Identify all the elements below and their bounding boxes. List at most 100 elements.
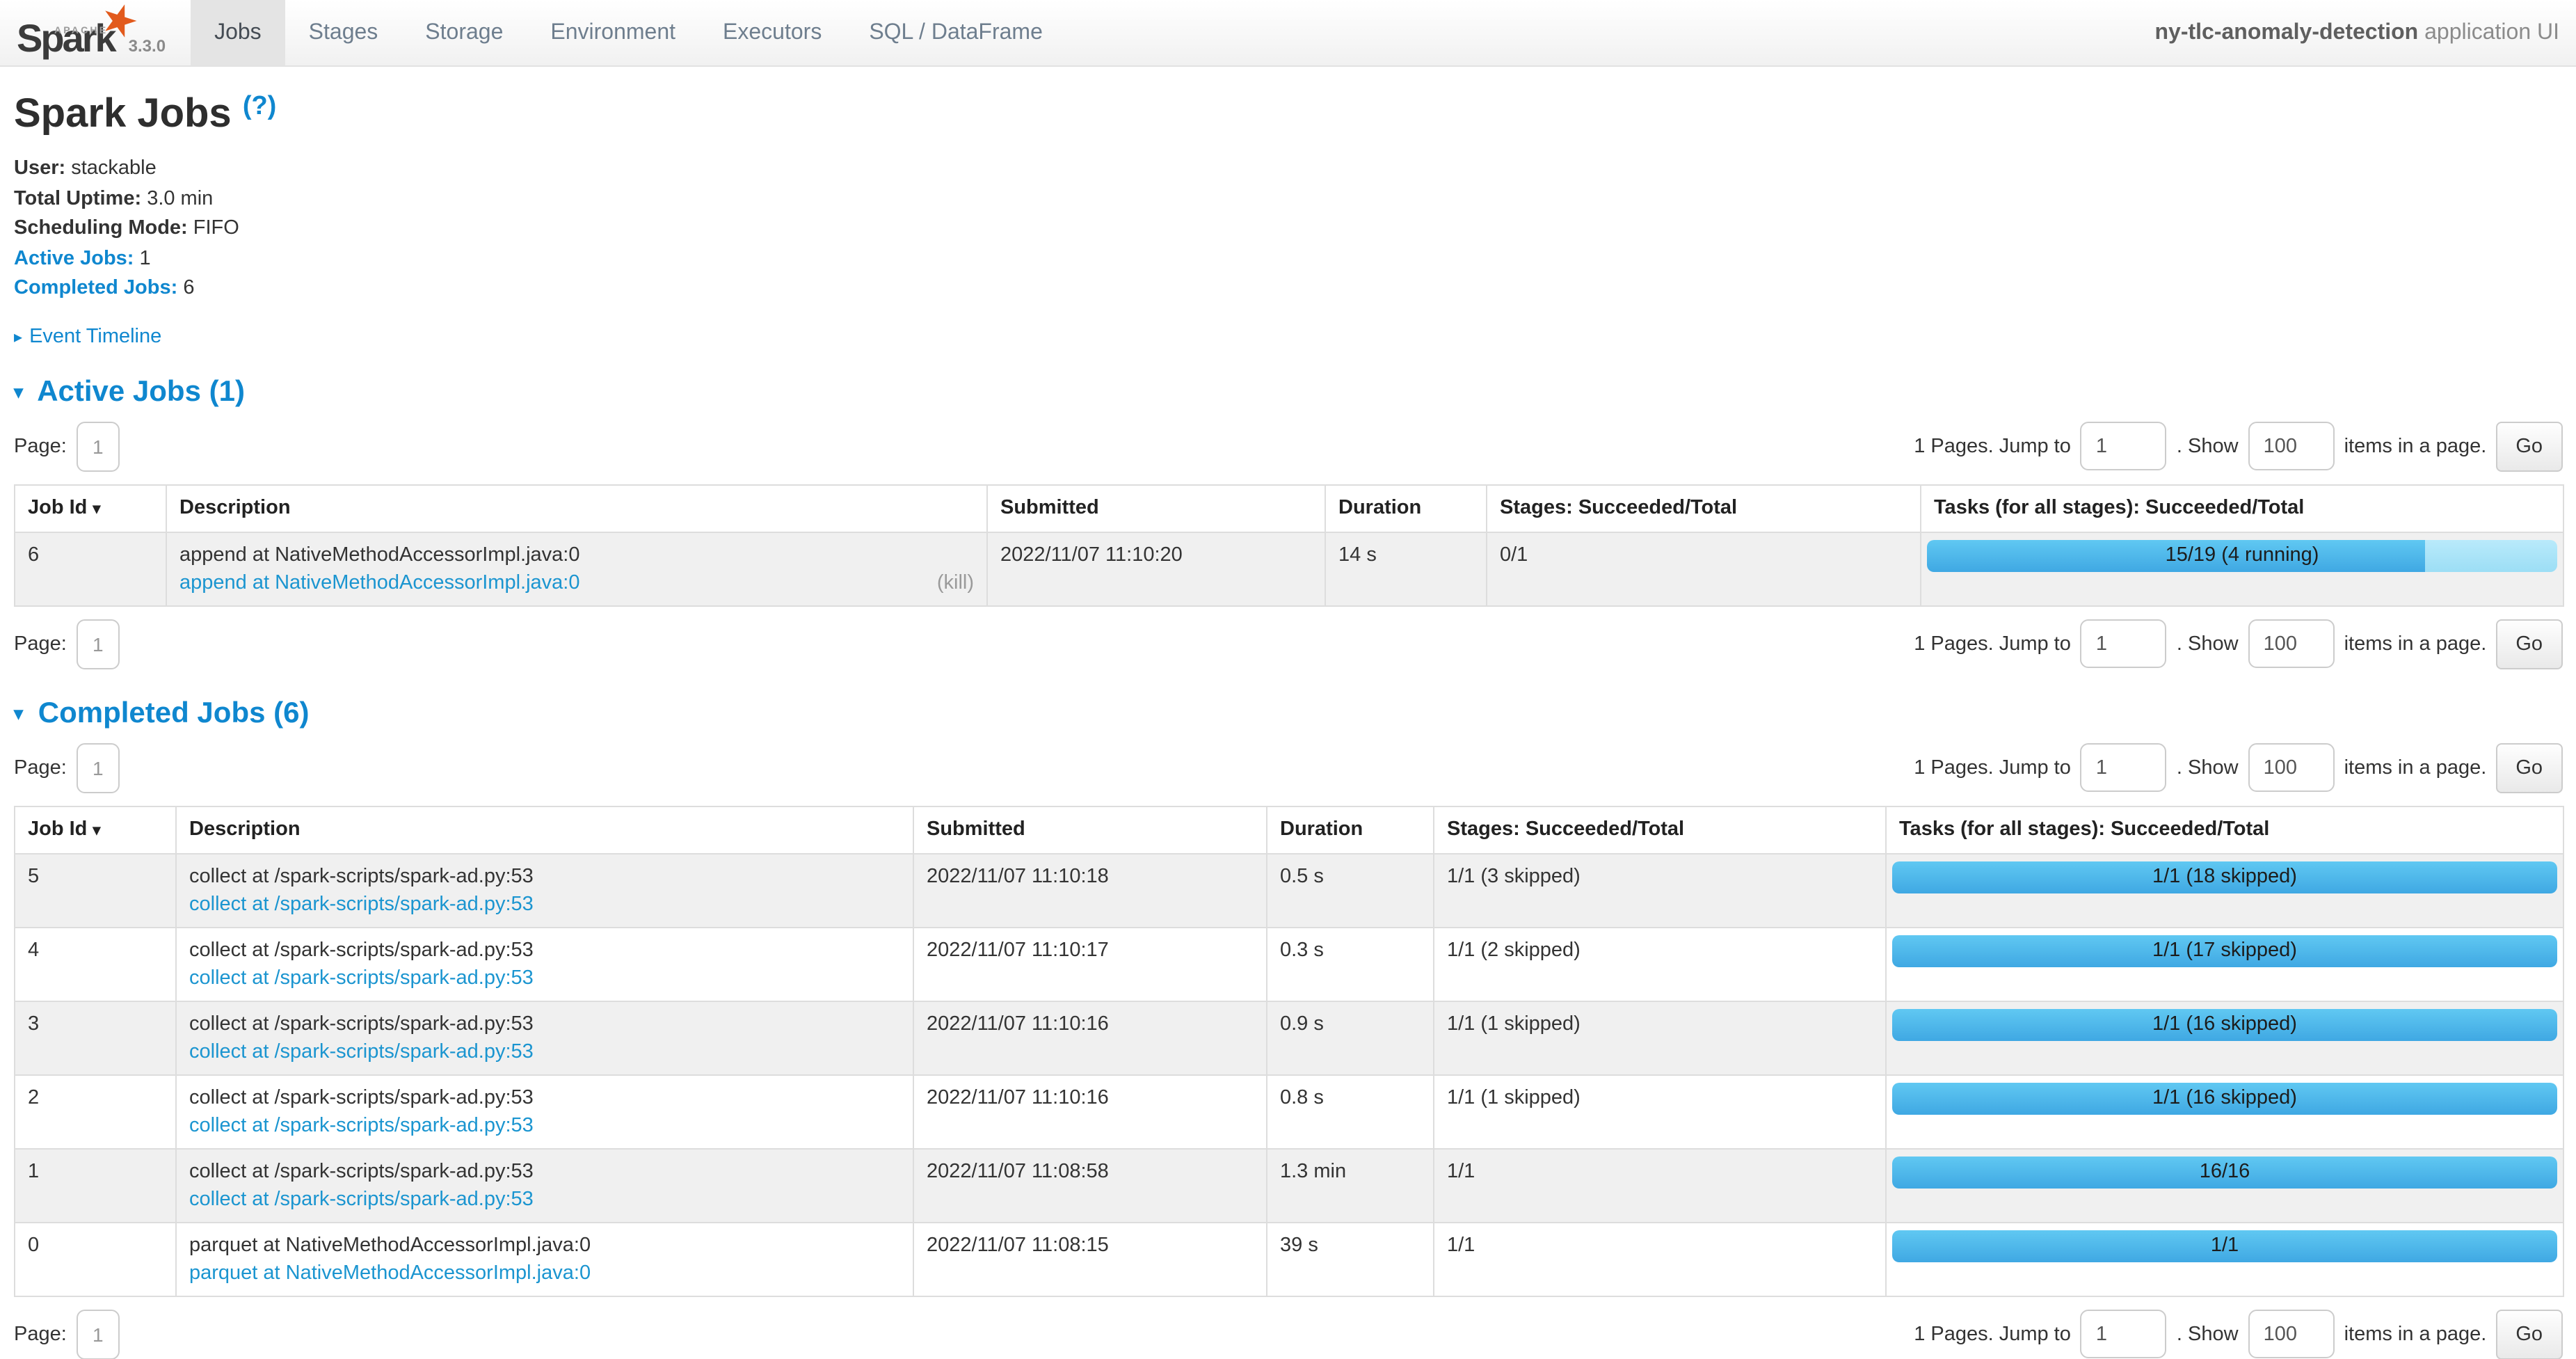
job-description: parquet at NativeMethodAccessorImpl.java… [189, 1231, 900, 1259]
sort-desc-icon: ▾ [93, 822, 100, 839]
completed-jobs-link[interactable]: Completed Jobs: [14, 277, 177, 299]
duration-cell: 0.5 s [1267, 853, 1434, 927]
tasks-cell: 16/16 [1886, 1148, 2563, 1222]
progress-label: 1/1 (16 skipped) [1892, 1008, 2557, 1040]
show-text: . Show [2177, 1323, 2239, 1345]
spark-ui-page: APACHESpark★ 3.3.0 Jobs Stages Storage E… [0, 0, 2576, 1349]
active-jobs-link[interactable]: Active Jobs: [14, 247, 134, 269]
tasks-cell: 1/1 (16 skipped) [1886, 1074, 2563, 1148]
job-detail-link[interactable]: parquet at NativeMethodAccessorImpl.java… [189, 1259, 591, 1287]
job-description: collect at /spark-scripts/spark-ad.py:53 [189, 1010, 900, 1038]
tab-sql-dataframe[interactable]: SQL / DataFrame [845, 0, 1066, 65]
column-header-description[interactable]: Description [176, 806, 913, 853]
show-text: . Show [2177, 435, 2239, 457]
active-jobs-table: Job Id▾ Description Submitted Duration S… [14, 484, 2564, 606]
table-row: 2 collect at /spark-scripts/spark-ad.py:… [15, 1074, 2563, 1148]
job-detail-link[interactable]: collect at /spark-scripts/spark-ad.py:53 [189, 1111, 534, 1139]
job-detail-link[interactable]: collect at /spark-scripts/spark-ad.py:53 [189, 890, 534, 918]
go-button[interactable]: Go [2496, 421, 2562, 471]
stages-cell: 1/1 [1434, 1148, 1886, 1222]
job-detail-link[interactable]: collect at /spark-scripts/spark-ad.py:53 [189, 964, 534, 992]
items-per-page-input[interactable] [2248, 743, 2335, 792]
description-cell: collect at /spark-scripts/spark-ad.py:53… [176, 927, 913, 1001]
progress-label: 16/16 [1892, 1156, 2557, 1188]
column-header-tasks[interactable]: Tasks (for all stages): Succeeded/Total [1886, 806, 2563, 853]
tasks-progress-bar: 1/1 (17 skipped) [1892, 935, 2557, 967]
completed-pagination-bottom: Page: 1 Pages. Jump to . Show items in a… [14, 1309, 2562, 1359]
page-number-input[interactable] [77, 1309, 120, 1359]
jump-to-page-input[interactable] [2081, 422, 2167, 470]
help-link[interactable]: (?) [243, 92, 277, 121]
table-row: 6 append at NativeMethodAccessorImpl.jav… [15, 532, 2563, 605]
column-header-submitted[interactable]: Submitted [913, 806, 1267, 853]
pages-count-text: 1 Pages. Jump to [1914, 1323, 2071, 1345]
completed-jobs-section-header[interactable]: ▾ Completed Jobs (6) [14, 697, 2562, 730]
tab-storage[interactable]: Storage [401, 0, 527, 65]
completed-jobs-table: Job Id▾ Description Submitted Duration S… [14, 805, 2564, 1296]
kill-job-link[interactable]: (kill) [937, 569, 974, 596]
column-header-duration[interactable]: Duration [1267, 806, 1434, 853]
table-row: 3 collect at /spark-scripts/spark-ad.py:… [15, 1001, 2563, 1074]
spark-version: 3.3.0 [129, 36, 166, 58]
column-header-stages[interactable]: Stages: Succeeded/Total [1434, 806, 1886, 853]
page-label: Page: [14, 633, 67, 655]
job-detail-link[interactable]: collect at /spark-scripts/spark-ad.py:53 [189, 1185, 534, 1213]
tab-environment[interactable]: Environment [527, 0, 699, 65]
submitted-cell: 2022/11/07 11:10:18 [913, 853, 1267, 927]
summary-uptime: Total Uptime: 3.0 min [14, 184, 2562, 214]
items-per-page-input[interactable] [2248, 619, 2335, 668]
nav-tabs: Jobs Stages Storage Environment Executor… [191, 0, 1066, 65]
tasks-cell: 1/1 (18 skipped) [1886, 853, 2563, 927]
job-id-cell: 1 [15, 1148, 176, 1222]
column-header-tasks[interactable]: Tasks (for all stages): Succeeded/Total [1921, 484, 2563, 532]
active-jobs-section-header[interactable]: ▾ Active Jobs (1) [14, 375, 2562, 408]
jump-to-page-input[interactable] [2081, 743, 2167, 792]
duration-cell: 39 s [1267, 1222, 1434, 1296]
go-button[interactable]: Go [2496, 619, 2562, 669]
event-timeline-toggle[interactable]: ▸Event Timeline [14, 325, 2562, 347]
duration-cell: 0.8 s [1267, 1074, 1434, 1148]
go-button[interactable]: Go [2496, 1309, 2562, 1359]
stages-cell: 1/1 [1434, 1222, 1886, 1296]
chevron-down-icon: ▾ [14, 381, 23, 402]
submitted-cell: 2022/11/07 11:08:15 [913, 1222, 1267, 1296]
application-suffix: application UI [2418, 20, 2559, 44]
pages-count-text: 1 Pages. Jump to [1914, 756, 2071, 779]
column-header-job-id[interactable]: Job Id▾ [15, 484, 166, 532]
show-text: . Show [2177, 756, 2239, 779]
go-button[interactable]: Go [2496, 742, 2562, 793]
column-header-submitted[interactable]: Submitted [987, 484, 1325, 532]
jump-to-page-input[interactable] [2081, 1310, 2167, 1358]
pages-count-text: 1 Pages. Jump to [1914, 633, 2071, 655]
jump-to-page-input[interactable] [2081, 619, 2167, 668]
column-header-duration[interactable]: Duration [1325, 484, 1487, 532]
items-per-page-input[interactable] [2248, 1310, 2335, 1358]
page-label: Page: [14, 1323, 67, 1345]
page-number-input[interactable] [77, 742, 120, 793]
table-header-row: Job Id▾ Description Submitted Duration S… [15, 484, 2563, 532]
tab-jobs[interactable]: Jobs [191, 0, 285, 65]
job-detail-link[interactable]: append at NativeMethodAccessorImpl.java:… [179, 569, 580, 596]
column-header-description[interactable]: Description [166, 484, 987, 532]
column-header-stages[interactable]: Stages: Succeeded/Total [1487, 484, 1921, 532]
column-header-job-id[interactable]: Job Id▾ [15, 806, 176, 853]
tab-executors[interactable]: Executors [699, 0, 845, 65]
tab-stages[interactable]: Stages [285, 0, 402, 65]
summary-completed-jobs: Completed Jobs: 6 [14, 274, 2562, 304]
table-row: 1 collect at /spark-scripts/spark-ad.py:… [15, 1148, 2563, 1222]
description-cell: parquet at NativeMethodAccessorImpl.java… [176, 1222, 913, 1296]
application-name: ny-tlc-anomaly-detection [2155, 20, 2419, 44]
page-number-input[interactable] [77, 619, 120, 669]
items-text: items in a page. [2344, 1323, 2487, 1345]
description-cell: collect at /spark-scripts/spark-ad.py:53… [176, 1001, 913, 1074]
top-navbar: APACHESpark★ 3.3.0 Jobs Stages Storage E… [0, 0, 2576, 67]
job-detail-link[interactable]: collect at /spark-scripts/spark-ad.py:53 [189, 1038, 534, 1065]
completed-pagination-top: Page: 1 Pages. Jump to . Show items in a… [14, 742, 2562, 793]
application-title: ny-tlc-anomaly-detection application UI [2155, 20, 2576, 45]
spark-logo[interactable]: APACHESpark★ 3.3.0 [0, 0, 179, 65]
page-number-input[interactable] [77, 421, 120, 471]
table-row: 4 collect at /spark-scripts/spark-ad.py:… [15, 927, 2563, 1001]
items-per-page-input[interactable] [2248, 422, 2335, 470]
tasks-progress-bar: 1/1 (18 skipped) [1892, 861, 2557, 893]
sort-desc-icon: ▾ [93, 500, 100, 517]
